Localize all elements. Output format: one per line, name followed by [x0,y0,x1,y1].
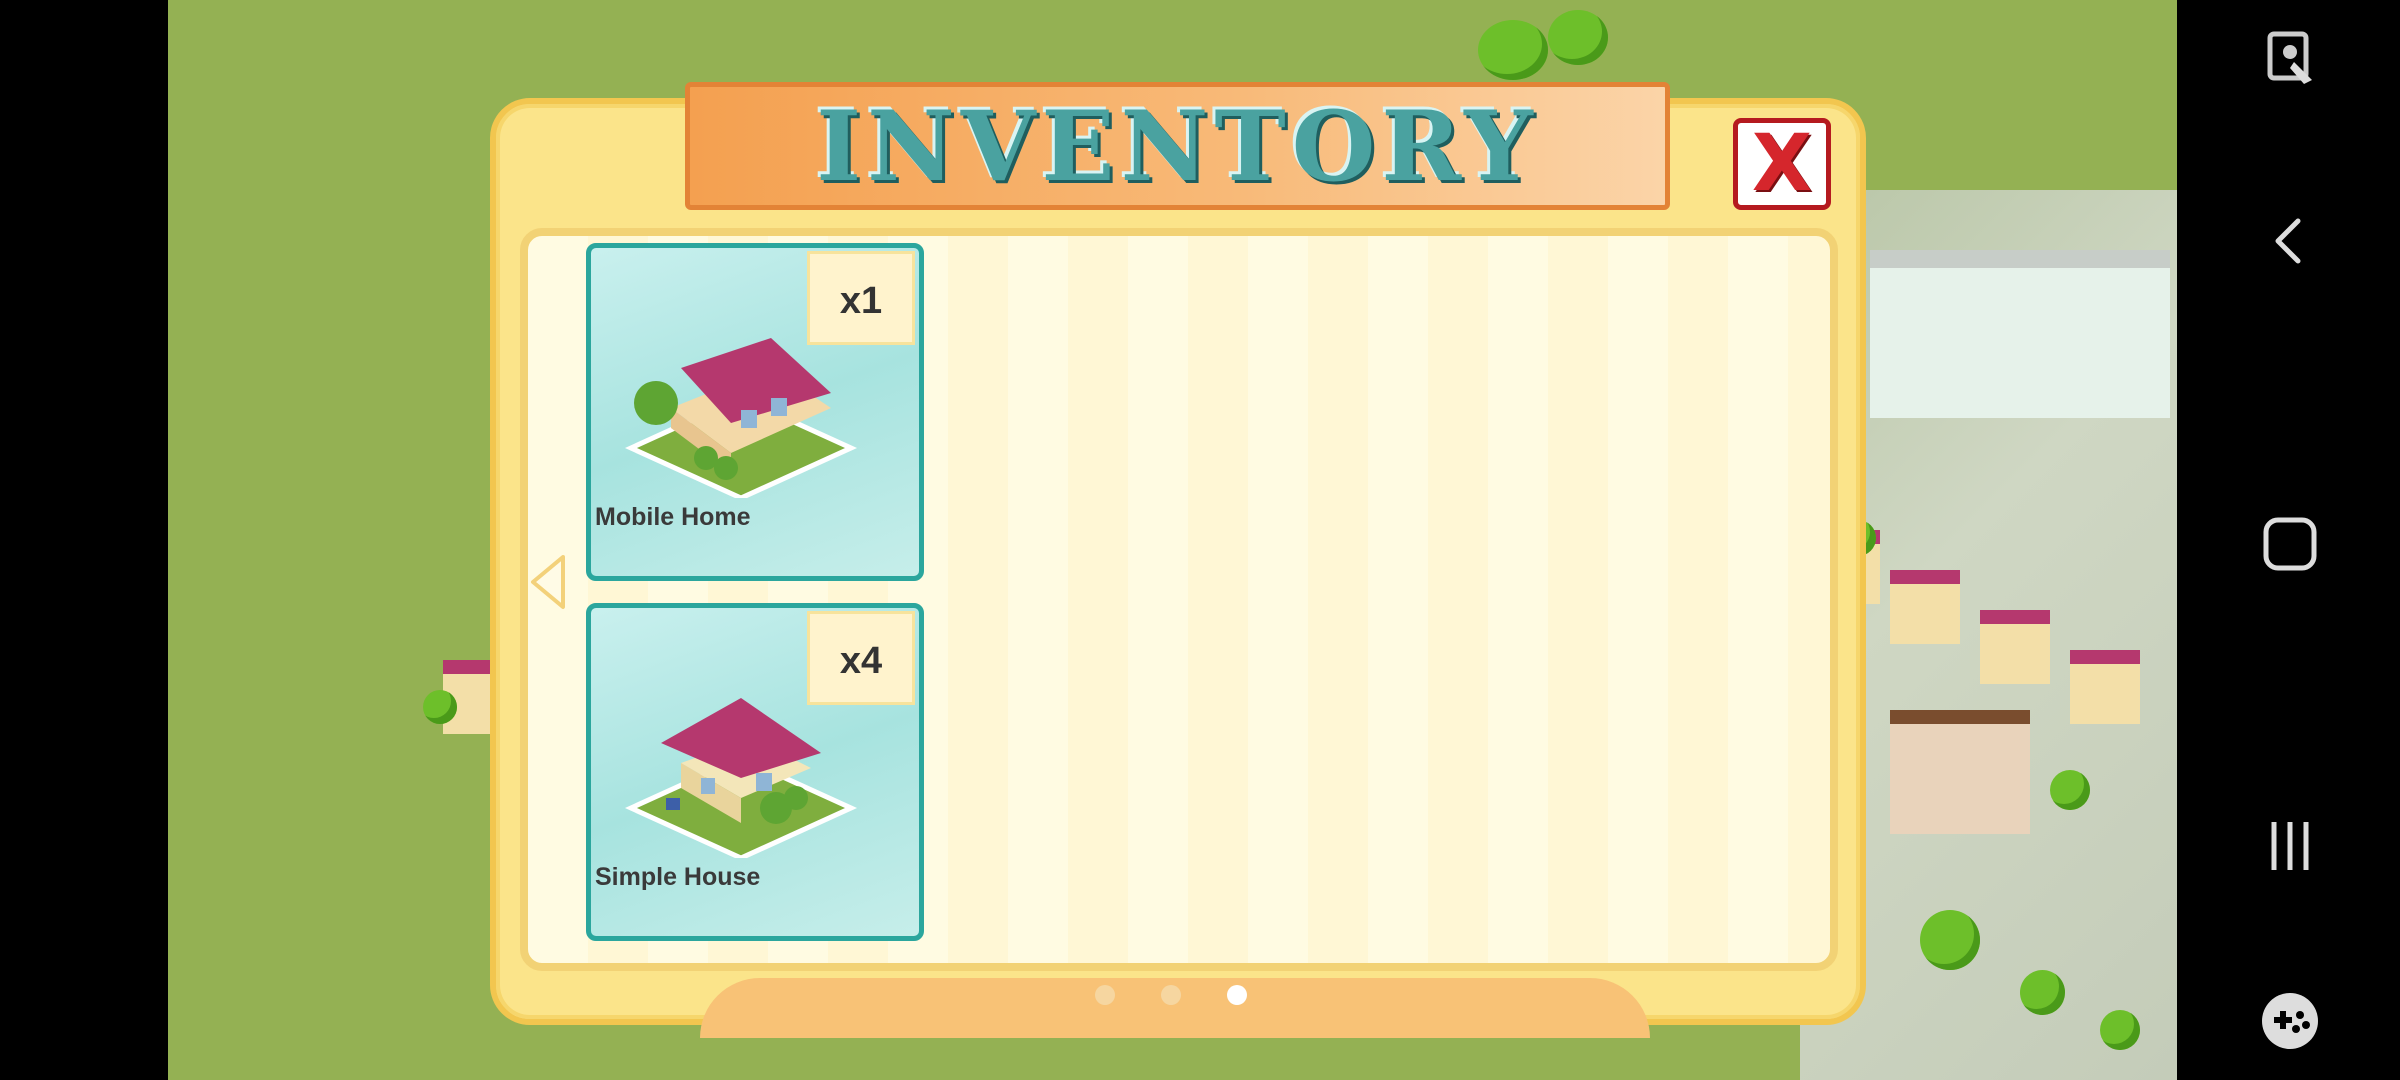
house-decoration [2070,650,2140,724]
letterbox-left [0,0,168,1080]
tree-decoration [1548,10,1608,65]
item-name: Simple House [595,863,761,891]
title-banner: INVENTORY [685,82,1670,210]
item-count: x4 [839,640,883,682]
warehouse-decoration [1870,250,2170,418]
inventory-item-simple-house[interactable]: x4 Simple House [586,603,924,941]
page-dot-3[interactable] [1227,985,1247,1005]
close-button[interactable]: X [1733,118,1831,210]
home-icon [2263,517,2317,571]
close-icon: X [1751,119,1813,209]
tree-decoration [2100,1010,2140,1050]
shop-decoration [1890,710,2030,834]
item-count-badge: x4 [807,611,915,705]
home-button[interactable] [2254,508,2326,580]
back-button[interactable] [2254,205,2326,277]
tree-decoration [2050,770,2090,810]
previous-page-arrow[interactable] [527,553,569,611]
page-dot-2[interactable] [1161,985,1181,1005]
item-count: x1 [839,280,883,322]
recent-apps-icon [2271,822,2309,870]
game-booster-icon [2262,993,2318,1049]
screen-capture-button[interactable] [2254,22,2326,94]
house-decoration [1980,610,2050,684]
tree-decoration [2020,970,2065,1015]
tree-decoration [1478,20,1548,80]
recent-apps-button[interactable] [2254,810,2326,882]
tree-decoration [423,690,457,724]
game-booster-button[interactable] [2254,985,2326,1057]
inventory-item-mobile-home[interactable]: x1 Mobile Home [586,243,924,581]
page-dot-1[interactable] [1095,985,1115,1005]
back-icon [2275,218,2301,264]
item-count-badge: x1 [807,251,915,345]
house-decoration [1890,570,1960,644]
screen-capture-icon [2267,31,2312,84]
item-name: Mobile Home [595,503,751,531]
tree-decoration [1920,910,1980,970]
chevron-left-icon [531,555,565,609]
inventory-title: INVENTORY [816,89,1539,203]
